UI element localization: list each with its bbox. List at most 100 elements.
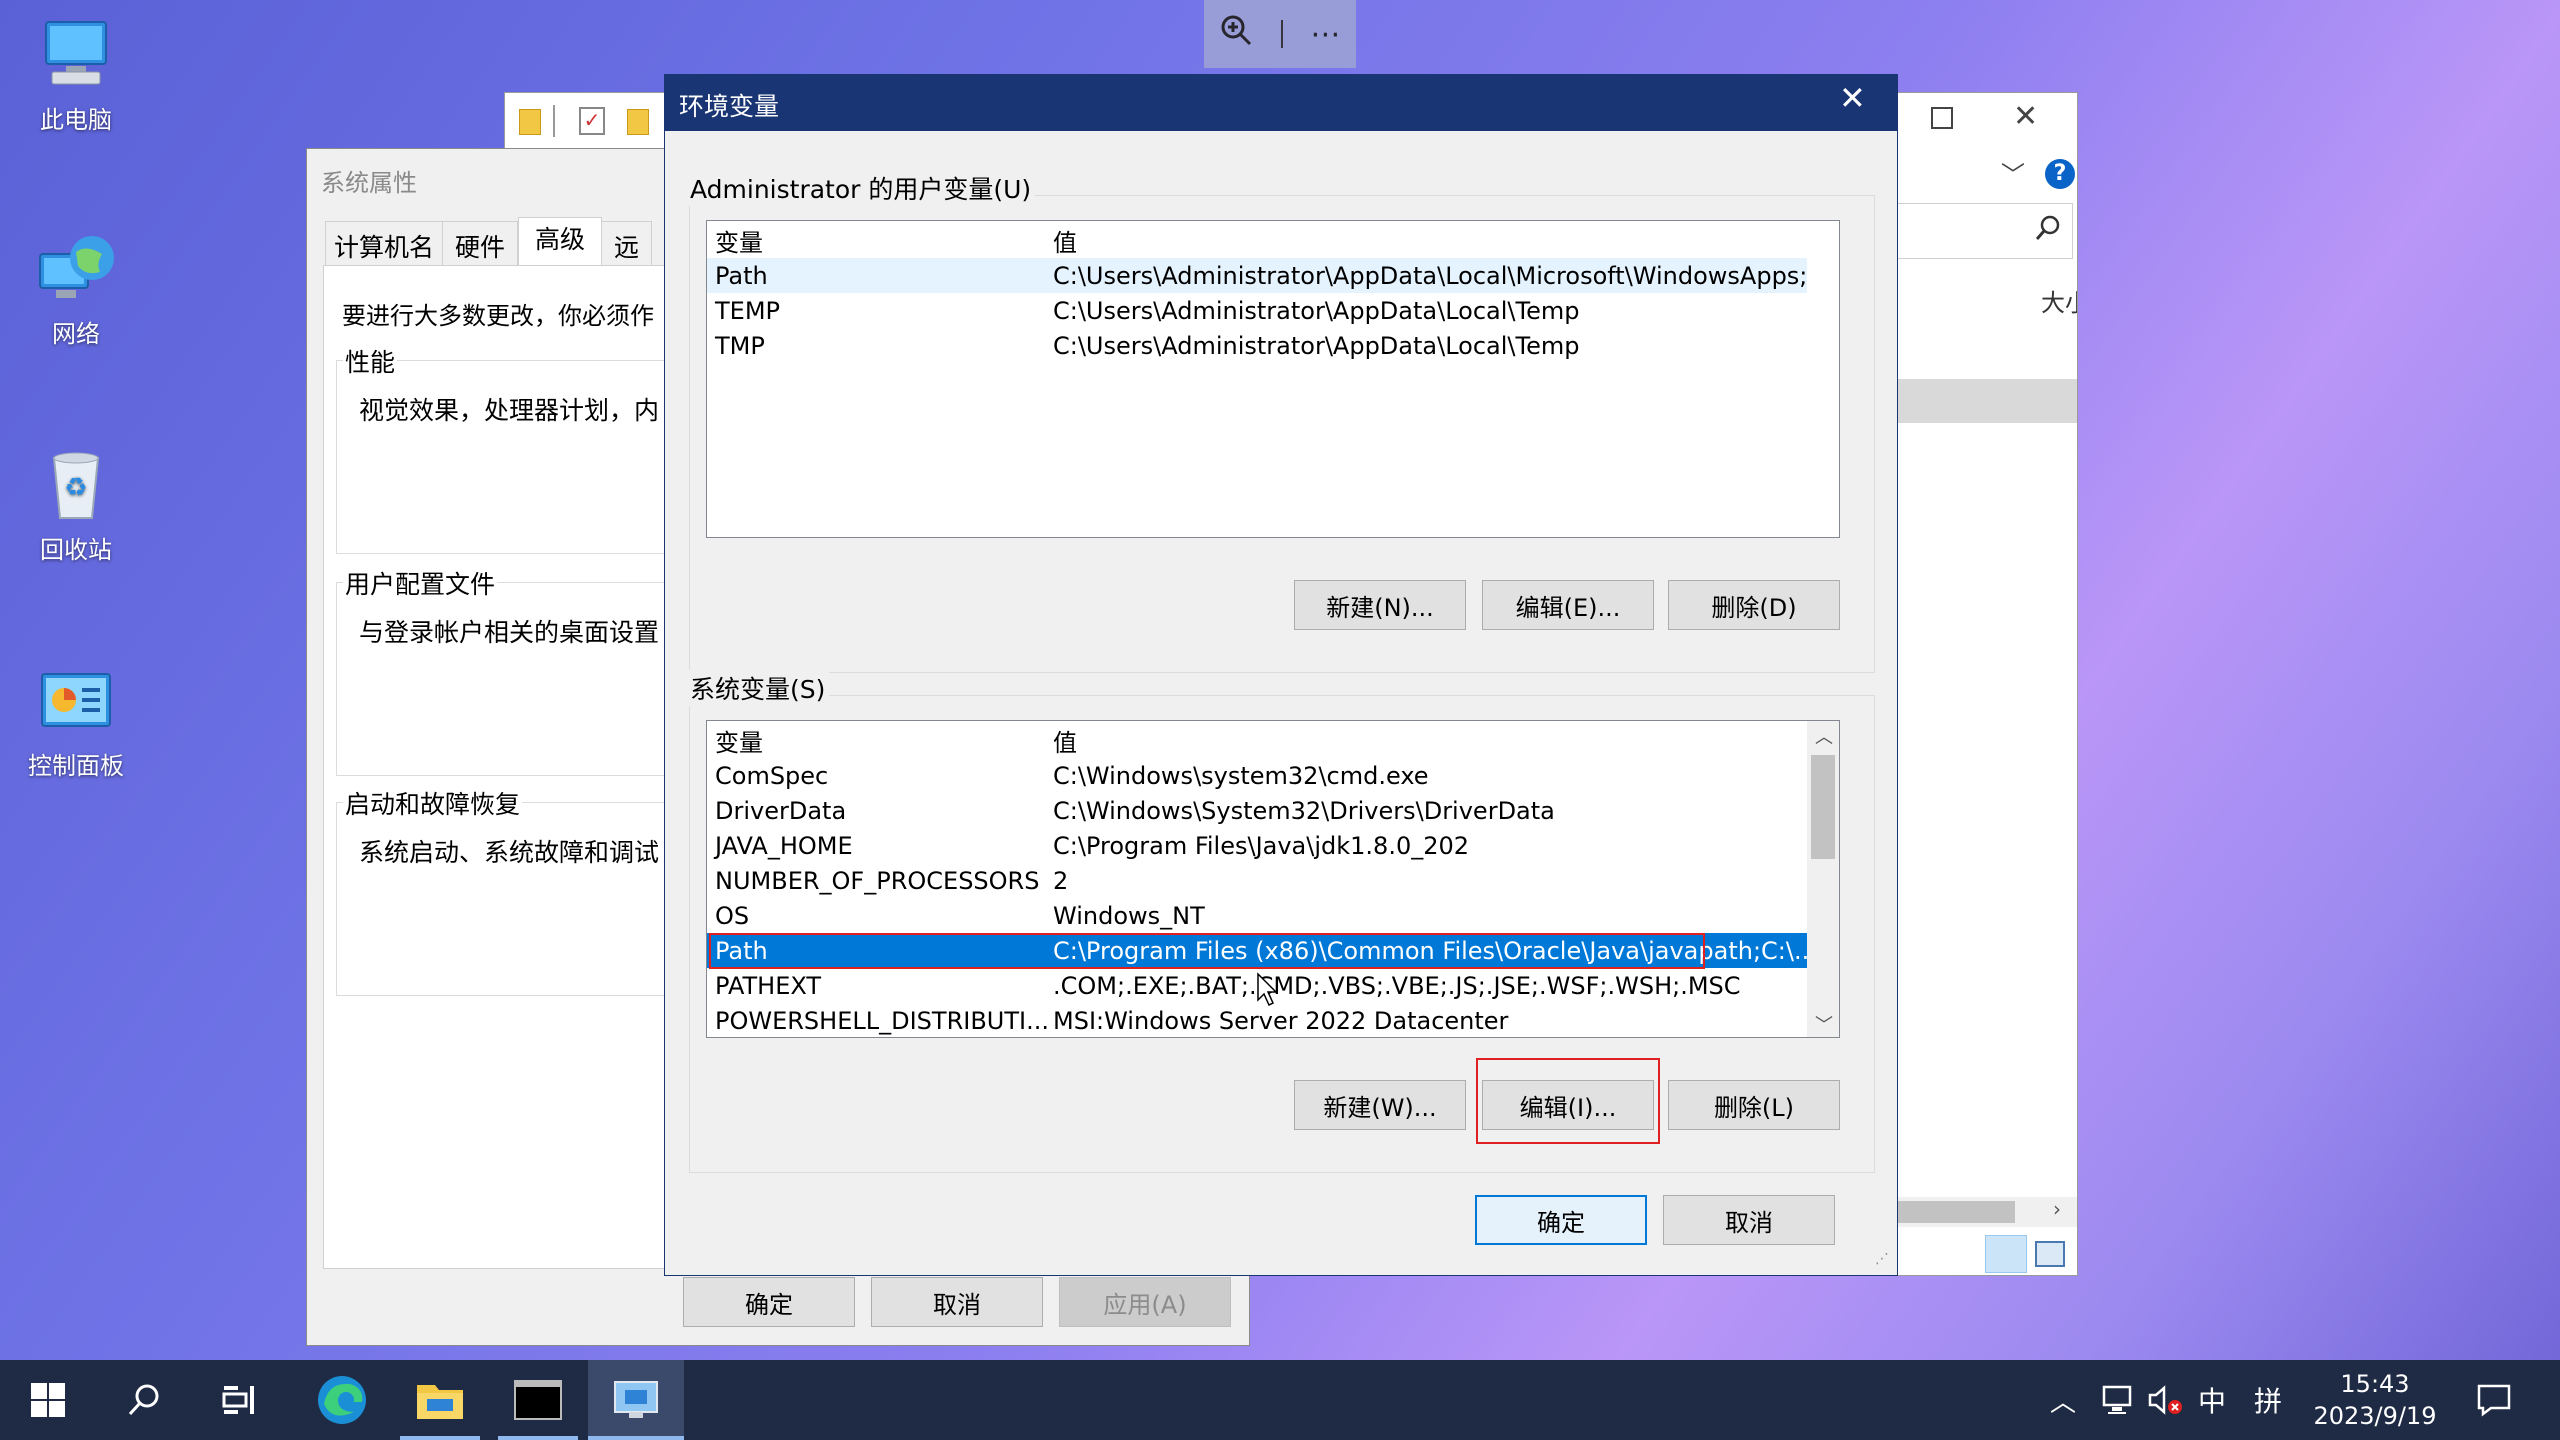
desktop-icon-label: 此电脑	[40, 106, 112, 134]
chevron-down-icon[interactable]: ﹀	[2001, 155, 2025, 190]
start-button[interactable]	[0, 1360, 96, 1440]
resize-grip-icon[interactable]: ⋰	[1875, 1251, 1893, 1269]
computer-icon	[36, 14, 116, 94]
user-edit-button[interactable]: 编辑(E)...	[1482, 580, 1654, 630]
properties-icon[interactable]: ✓	[579, 107, 605, 135]
table-row[interactable]: DriverData C:\Windows\System32\Drivers\D…	[707, 793, 1807, 828]
desktop-icon-recycle-bin[interactable]: ♻ 回收站	[18, 444, 134, 565]
show-hidden-icons[interactable]: ︿	[2050, 1360, 2076, 1440]
taskbar-edge[interactable]	[294, 1360, 390, 1440]
group-title: 启动和故障恢复	[343, 785, 523, 821]
ok-button[interactable]: 确定	[1475, 1195, 1647, 1245]
system-delete-button[interactable]: 删除(L)	[1668, 1080, 1840, 1130]
taskbar-file-explorer[interactable]	[392, 1360, 488, 1440]
group-title: 用户配置文件	[343, 565, 498, 601]
environment-variables-dialog: 环境变量 ✕ Administrator 的用户变量(U) 变量 值 Path …	[664, 74, 1898, 1276]
column-header-variable[interactable]: 变量	[715, 223, 763, 258]
desktop-icon-label: 回收站	[40, 536, 112, 564]
taskbar-system-properties[interactable]	[588, 1360, 684, 1440]
notification-center-icon[interactable]	[2476, 1360, 2512, 1440]
folder-icon	[519, 109, 541, 135]
recycle-bin-icon: ♻	[36, 444, 116, 524]
large-icons-view-icon[interactable]	[2035, 1241, 2065, 1267]
user-delete-button[interactable]: 删除(D)	[1668, 580, 1840, 630]
edit-highlight-box	[1476, 1058, 1660, 1144]
user-variables-group: Administrator 的用户变量(U) 变量 值 Path C:\User…	[686, 170, 1875, 673]
horizontal-scrollbar[interactable]: ›	[1895, 1197, 2077, 1227]
user-variables-list[interactable]: 变量 值 Path C:\Users\Administrator\AppData…	[706, 220, 1840, 538]
remote-toolbar: ⋯	[1204, 0, 1356, 68]
highlight-box	[709, 933, 1705, 969]
cancel-button[interactable]: 取消	[871, 1277, 1043, 1327]
network-status-icon[interactable]	[2102, 1360, 2136, 1440]
user-new-button[interactable]: 新建(N)...	[1294, 580, 1466, 630]
group-title: 性能	[343, 343, 398, 379]
desktop-icon-control-panel[interactable]: 控制面板	[18, 660, 134, 781]
table-row[interactable]: Path C:\Users\Administrator\AppData\Loca…	[707, 258, 1807, 293]
toolbar-separator	[1280, 20, 1283, 48]
volume-muted-icon[interactable]	[2148, 1360, 2184, 1440]
table-row[interactable]: TMP C:\Users\Administrator\AppData\Local…	[707, 328, 1807, 363]
table-row[interactable]: TEMP C:\Users\Administrator\AppData\Loca…	[707, 293, 1807, 328]
taskbar-search-button[interactable]	[96, 1360, 192, 1440]
table-row[interactable]: ComSpec C:\Windows\system32\cmd.exe	[707, 758, 1807, 793]
column-header-size[interactable]: 大小	[2041, 283, 2077, 318]
list-header: 变量 值	[707, 723, 1807, 758]
tab-hardware[interactable]: 硬件	[443, 221, 519, 270]
edge-browser-icon	[318, 1376, 366, 1424]
tab-remote[interactable]: 远	[602, 221, 653, 270]
details-view-icon[interactable]	[1985, 1235, 2027, 1273]
intro-text: 要进行大多数更改，你必须作	[342, 302, 654, 330]
close-icon[interactable]: ✕	[1839, 79, 1866, 117]
windows-logo-icon	[31, 1383, 65, 1417]
explorer-selected-row[interactable]	[1895, 379, 2077, 423]
desktop-icon-label: 控制面板	[28, 752, 124, 780]
tab-computer-name[interactable]: 计算机名	[325, 221, 444, 270]
vertical-scrollbar[interactable]: ︿ ﹀	[1807, 721, 1839, 1037]
new-folder-icon[interactable]	[627, 109, 649, 135]
scroll-down-icon[interactable]: ﹀	[1815, 1011, 1833, 1037]
search-box[interactable]	[1897, 203, 2073, 259]
list-header: 变量 值	[707, 223, 1839, 258]
ok-button[interactable]: 确定	[683, 1277, 855, 1327]
mouse-cursor-icon	[1256, 972, 1280, 1014]
ime-language-indicator[interactable]: 中	[2198, 1360, 2226, 1440]
tab-advanced[interactable]: 高级	[518, 217, 603, 270]
desktop-icon-network[interactable]: 网络	[18, 228, 134, 349]
window-title: 系统属性	[321, 169, 417, 197]
desktop-icon-label: 网络	[52, 320, 100, 348]
chevron-right-icon[interactable]: ›	[2053, 1197, 2061, 1221]
more-options-icon[interactable]: ⋯	[1310, 17, 1342, 52]
scrollbar-thumb[interactable]	[1811, 755, 1835, 859]
table-row[interactable]: JAVA_HOME C:\Program Files\Java\jdk1.8.0…	[707, 828, 1807, 863]
search-icon	[128, 1384, 159, 1416]
clock-date: 2023/9/19	[2313, 1402, 2437, 1430]
taskbar: ︿ 中 拼 15:43 2023/9/19	[0, 1360, 2560, 1440]
dialog-title: 环境变量	[679, 92, 780, 121]
clock-time: 15:43	[2340, 1370, 2410, 1398]
maximize-icon[interactable]	[1931, 107, 1953, 129]
system-new-button[interactable]: 新建(W)...	[1294, 1080, 1466, 1130]
task-view-button[interactable]	[192, 1360, 288, 1440]
search-icon	[2034, 214, 2062, 248]
help-icon[interactable]: ?	[2045, 159, 2075, 189]
zoom-in-icon[interactable]	[1218, 12, 1254, 57]
desktop-icon-this-pc[interactable]: 此电脑	[18, 14, 134, 135]
apply-button[interactable]: 应用(A)	[1059, 1277, 1231, 1327]
system-variables-group: 系统变量(S) 变量 值 ComSpec C:\Windows\system32…	[686, 670, 1875, 1173]
column-header-value[interactable]: 值	[1053, 223, 1077, 258]
clock[interactable]: 15:43 2023/9/19	[2300, 1368, 2450, 1432]
ime-mode-indicator[interactable]: 拼	[2254, 1360, 2282, 1440]
taskbar-cmd[interactable]	[490, 1360, 586, 1440]
cancel-button[interactable]: 取消	[1663, 1195, 1835, 1245]
column-header-value[interactable]: 值	[1053, 723, 1077, 758]
tab-strip: 计算机名 硬件 高级 远	[325, 217, 653, 270]
svg-text:♻: ♻	[64, 473, 87, 503]
control-panel-icon	[36, 660, 116, 740]
table-row[interactable]: OS Windows_NT	[707, 898, 1807, 933]
system-properties-icon	[614, 1381, 658, 1418]
table-row[interactable]: NUMBER_OF_PROCESSORS 2	[707, 863, 1807, 898]
close-icon[interactable]: ✕	[2013, 99, 2038, 134]
scroll-up-icon[interactable]: ︿	[1815, 723, 1833, 749]
column-header-variable[interactable]: 变量	[715, 723, 763, 758]
